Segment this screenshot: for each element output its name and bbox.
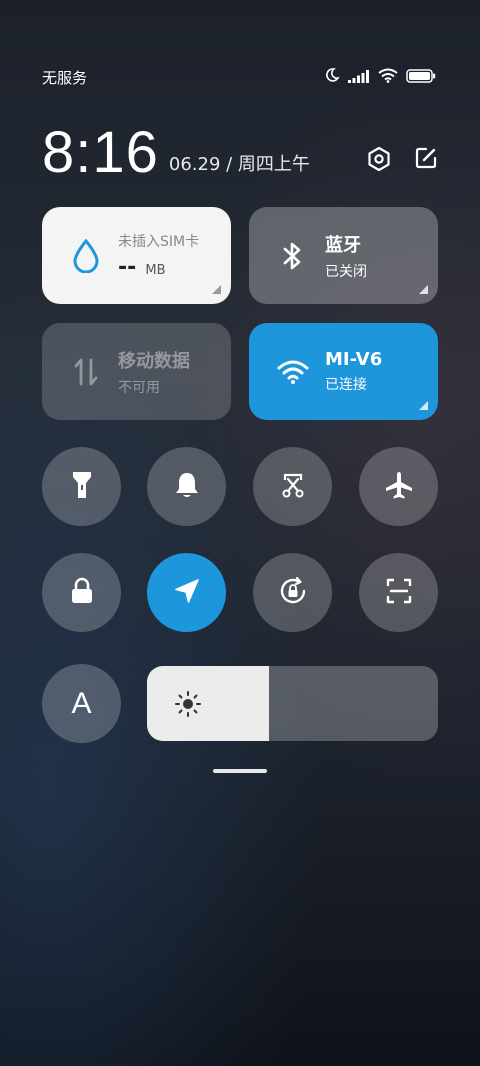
screenshot-toggle[interactable] — [253, 447, 332, 526]
flashlight-toggle[interactable] — [42, 447, 121, 526]
mobile-data-tile[interactable]: 移动数据 不可用 — [42, 323, 231, 420]
clock-time: 8:16 — [42, 120, 159, 185]
wifi-icon — [378, 68, 398, 87]
scanner-toggle[interactable] — [359, 553, 438, 632]
clock-date: 06.29 / 周四上午 — [168, 154, 310, 175]
mobile-data-status: 不可用 — [118, 379, 160, 396]
airplane-icon — [384, 470, 414, 504]
sun-icon — [174, 690, 202, 722]
scan-icon — [385, 577, 413, 609]
location-arrow-icon — [173, 577, 201, 609]
brightness-slider-fill — [147, 666, 270, 741]
status-icons — [324, 67, 436, 87]
wifi-icon — [273, 359, 313, 385]
rotation-lock-toggle[interactable] — [253, 553, 332, 632]
signal-icon — [348, 68, 370, 87]
moon-icon — [324, 67, 340, 87]
wifi-tile[interactable]: MI-V6 已连接 — [249, 323, 438, 420]
scissors-icon — [279, 471, 307, 503]
bluetooth-tile[interactable]: 蓝牙 已关闭 — [249, 207, 438, 304]
drag-handle[interactable] — [213, 769, 267, 773]
bluetooth-icon — [273, 240, 313, 272]
brightness-slider[interactable] — [147, 666, 438, 741]
sim-status-label: 未插入SIM卡 — [118, 234, 200, 250]
data-arrows-icon — [66, 356, 106, 388]
bell-icon — [174, 471, 200, 503]
airplane-mode-toggle[interactable] — [359, 447, 438, 526]
wifi-status: 已连接 — [325, 377, 367, 393]
bluetooth-title: 蓝牙 — [325, 234, 361, 256]
location-toggle[interactable] — [147, 553, 226, 632]
data-usage-value: -- — [118, 255, 137, 280]
battery-icon — [406, 68, 436, 87]
expand-corner-icon — [419, 285, 428, 294]
bluetooth-status: 已关闭 — [325, 263, 367, 280]
expand-corner-icon — [212, 285, 221, 294]
carrier-label: 无服务 — [42, 68, 88, 87]
data-usage-unit: MB — [145, 263, 166, 278]
lock-screen-toggle[interactable] — [42, 553, 121, 632]
settings-icon[interactable] — [366, 146, 392, 176]
water-drop-icon — [66, 238, 106, 273]
ringer-toggle[interactable] — [147, 447, 226, 526]
expand-corner-icon — [419, 401, 428, 410]
letter-a-icon: A — [71, 686, 92, 720]
flashlight-icon — [71, 470, 93, 504]
rotation-lock-icon — [277, 575, 309, 611]
clock-row: 8:16 06.29 / 周四上午 — [42, 122, 438, 182]
edit-icon[interactable] — [414, 146, 438, 176]
lock-icon — [70, 577, 94, 609]
wifi-ssid: MI-V6 — [325, 349, 383, 370]
mobile-data-title: 移动数据 — [118, 350, 190, 372]
status-bar: 无服务 — [42, 66, 436, 88]
auto-brightness-toggle[interactable]: A — [42, 664, 121, 743]
data-usage-tile[interactable]: 未插入SIM卡 -- MB — [42, 207, 231, 304]
